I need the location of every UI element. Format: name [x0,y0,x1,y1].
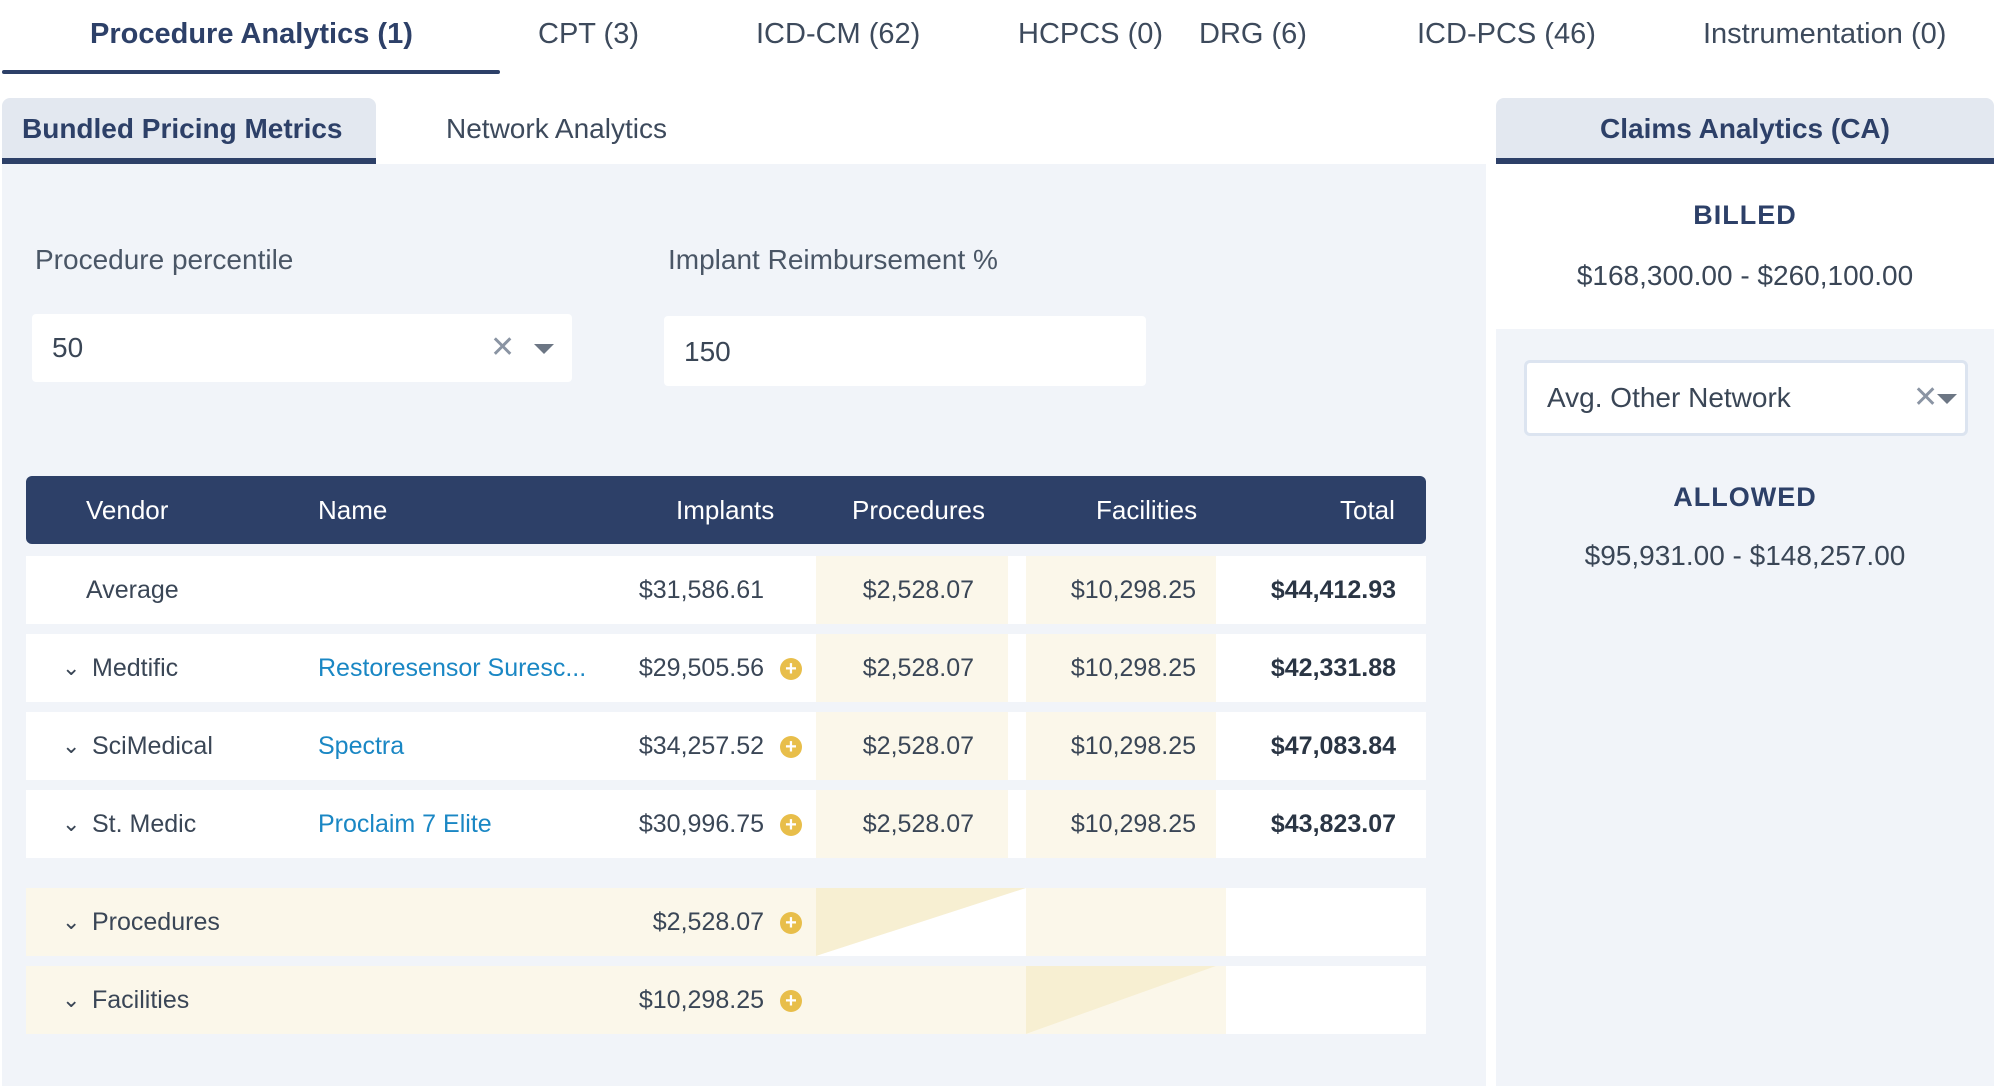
tab-icd-pcs[interactable]: ICD-PCS (46) [1417,14,1596,54]
claims-analytics-body: BILLED $168,300.00 - $260,100.00 Avg. Ot… [1496,164,1994,1086]
procedure-percentile-select[interactable]: 50 ✕ [32,314,572,382]
network-select[interactable]: Avg. Other Network ✕ [1524,360,1968,436]
table-row: ⌄ SciMedical Spectra $34,257.52 + $2,528… [26,712,1426,780]
network-select-value: Avg. Other Network [1547,382,1791,413]
claims-analytics-panel: Claims Analytics (CA) BILLED $168,300.00… [1496,98,1994,1086]
total-cell: $42,331.88 [1270,654,1396,682]
billed-label: BILLED [1693,200,1797,230]
billed-card: BILLED $168,300.00 - $260,100.00 [1496,164,1994,329]
product-name-link[interactable]: Restoresensor Suresc... [318,634,586,702]
product-name-link[interactable]: Spectra [318,712,404,780]
procedures-cell: $2,528.07 [862,732,974,760]
facilities-cell: $10,298.25 [1070,654,1196,682]
chevron-down-icon[interactable]: ⌄ [62,712,80,780]
implant-reimbursement-input[interactable]: 150 [664,316,1146,386]
implants-cell: $29,505.56 [638,654,764,682]
procedures-cell: $2,528.07 [862,810,974,838]
total-cell: $47,083.84 [1270,732,1396,760]
facilities-cell: $10,298.25 [1070,732,1196,760]
implants-cell: $30,996.75 [638,810,764,838]
facilities-cell: $10,298.25 [1070,576,1196,604]
procedure-percentile-label: Procedure percentile [35,244,294,275]
billed-value: $168,300.00 - $260,100.00 [1576,260,1914,291]
table-row: ⌄ Medtific Restoresensor Suresc... $29,5… [26,634,1426,702]
tab-cpt[interactable]: CPT (3) [538,14,639,54]
col-facilities[interactable]: Facilities [1096,476,1197,544]
tab-procedure-analytics[interactable]: Procedure Analytics (1) [90,14,413,54]
col-total[interactable]: Total [1340,476,1395,544]
vendor-cell: St. Medic [92,810,197,838]
chevron-down-icon[interactable]: ⌄ [62,790,80,858]
summary-value: $10,298.25 [638,986,764,1014]
table-row: ⌄ St. Medic Proclaim 7 Elite $30,996.75 … [26,790,1426,858]
total-cell-blank [1226,966,1426,1034]
add-icon[interactable]: + [780,912,802,934]
col-name[interactable]: Name [318,476,387,544]
tab-bundled-pricing-metrics[interactable]: Bundled Pricing Metrics [2,98,376,164]
col-procedures[interactable]: Procedures [852,476,985,544]
col-implants[interactable]: Implants [676,476,774,544]
summary-row-facilities: ⌄ Facilities $10,298.25 + [26,966,1426,1034]
top-tab-bar: Procedure Analytics (1) CPT (3) ICD-CM (… [0,0,2000,76]
total-cell: $43,823.07 [1270,810,1396,838]
procedures-cell: $2,528.07 [862,576,974,604]
vendor-cell: SciMedical [92,732,213,760]
implant-reimbursement-label: Implant Reimbursement % [668,244,998,275]
allowed-value: $95,931.00 - $148,257.00 [1584,540,1906,571]
add-icon[interactable]: + [780,990,802,1012]
active-tab-indicator [2,70,500,74]
facilities-diagonal-fill [1026,966,1216,1034]
tab-instrumentation[interactable]: Instrumentation (0) [1703,14,1946,54]
clear-icon[interactable]: ✕ [490,314,515,382]
add-icon[interactable]: + [780,814,802,836]
procedure-percentile-value: 50 [52,332,84,363]
caret-down-icon[interactable] [1937,394,1957,404]
summary-value: $2,528.07 [652,908,764,936]
total-cell-blank [1226,888,1426,956]
col-vendor[interactable]: Vendor [86,476,168,544]
table-header: Vendor Name Implants Procedures Faciliti… [26,476,1426,544]
tab-drg[interactable]: DRG (6) [1199,14,1307,54]
implant-reimbursement-value: 150 [684,336,731,367]
procedures-cell: $2,528.07 [862,654,974,682]
summary-row-procedures: ⌄ Procedures $2,528.07 + [26,888,1426,956]
add-icon[interactable]: + [780,658,802,680]
tab-network-analytics[interactable]: Network Analytics [426,98,687,164]
claims-analytics-title[interactable]: Claims Analytics (CA) [1496,98,1994,164]
caret-down-icon[interactable] [534,344,554,354]
clear-icon[interactable]: ✕ [1913,363,1938,433]
bundled-pricing-panel: Bundled Pricing Metrics Network Analytic… [2,98,1486,1086]
facilities-cell: $10,298.25 [1070,810,1196,838]
chevron-down-icon[interactable]: ⌄ [62,966,80,1034]
vendor-cell: Medtific [92,654,179,682]
implants-cell: $31,586.61 [638,576,764,604]
summary-label: Facilities [92,986,190,1014]
summary-label: Procedures [92,908,220,936]
add-icon[interactable]: + [780,736,802,758]
chevron-down-icon[interactable]: ⌄ [62,634,80,702]
tab-icd-cm[interactable]: ICD-CM (62) [756,14,920,54]
table-row-average: Average $31,586.61 $2,528.07 $10,298.25 … [26,556,1426,624]
product-name-link[interactable]: Proclaim 7 Elite [318,790,492,858]
chevron-down-icon[interactable]: ⌄ [62,888,80,956]
total-cell: $44,412.93 [1270,576,1396,604]
implants-cell: $34,257.52 [638,732,764,760]
allowed-label: ALLOWED [1673,482,1817,512]
tab-hcpcs[interactable]: HCPCS (0) [1018,14,1163,54]
vendor-cell: Average [86,576,179,604]
procedures-diagonal-fill [816,888,1026,956]
